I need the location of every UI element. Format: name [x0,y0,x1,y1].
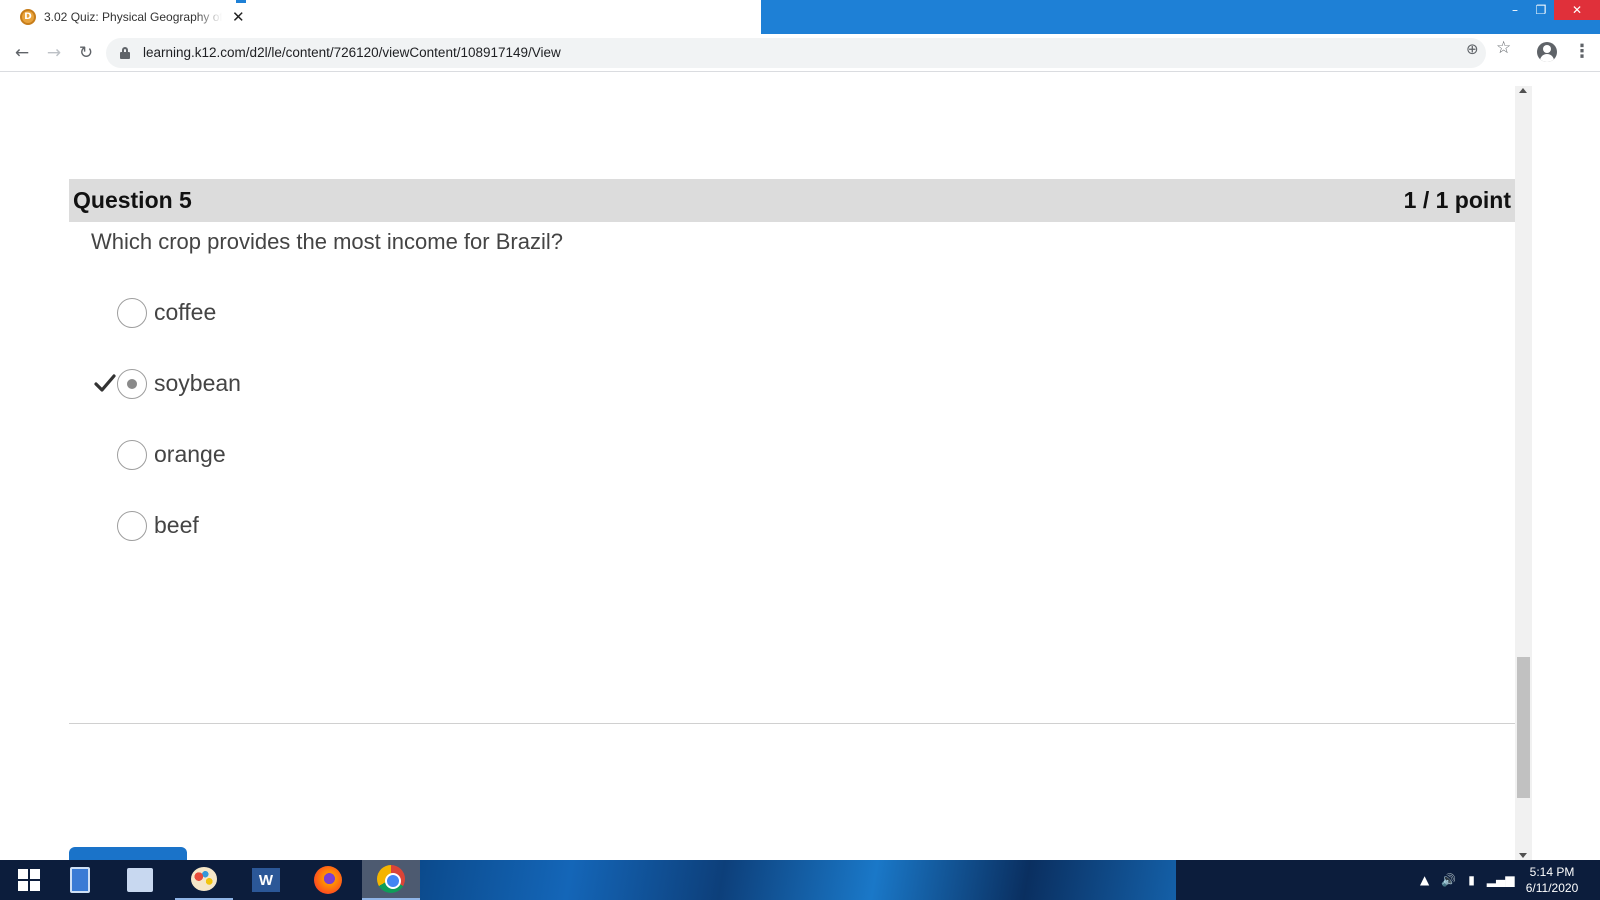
battery-icon[interactable]: ▮ [1468,873,1475,887]
url-text[interactable]: learning.k12.com/d2l/le/content/726120/v… [143,45,561,60]
lock-icon[interactable] [120,47,130,59]
radio-button[interactable] [117,440,147,470]
question-text: Which crop provides the most income for … [91,229,563,254]
radio-button-selected[interactable] [117,369,147,399]
close-window-button[interactable]: ✕ [1554,0,1600,20]
question-title: Question 5 [73,187,192,213]
taskbar-wallpaper [420,860,1176,900]
d2l-favicon-icon: D [20,9,36,25]
browser-menu-icon[interactable]: ⋮ [1573,41,1591,62]
option-label: orange [154,441,226,467]
radio-button[interactable] [117,511,147,541]
word-icon: W [252,868,280,892]
question-header: Question 5 1 / 1 point [69,179,1515,222]
scroll-thumb[interactable] [1517,657,1530,798]
tab-title: 3.02 Quiz: Physical Geography of [44,10,222,24]
tab-accent [236,0,246,3]
snipping-tool-icon [127,868,153,892]
window-controls: – ❐ ✕ [1502,0,1600,20]
scroll-down-arrow-icon[interactable] [1519,853,1527,858]
calculator-icon [70,867,90,893]
zoom-icon[interactable]: ⊕ [1466,40,1479,58]
browser-tab[interactable]: D 3.02 Quiz: Physical Geography of ✕ [0,0,761,34]
address-bar[interactable]: learning.k12.com/d2l/le/content/726120/v… [106,38,1486,68]
network-signal-icon[interactable]: ▂▄▆ [1487,873,1515,887]
minimize-button[interactable]: – [1502,0,1528,20]
taskbar-word[interactable]: W [237,860,295,900]
windows-taskbar: W ▲ 🔊 ▮ ▂▄▆ 5:14 PM 6/11/2020 [0,860,1600,900]
paint-icon [191,867,217,891]
taskbar-firefox[interactable] [299,860,357,900]
chrome-icon [377,865,405,893]
taskbar-paint[interactable] [175,860,233,900]
taskbar-chrome[interactable] [362,860,420,900]
option-label: soybean [154,370,241,396]
bookmark-star-icon[interactable]: ☆ [1496,38,1511,58]
reload-button[interactable]: ↻ [75,42,97,64]
taskbar-calculator[interactable] [51,860,109,900]
browser-tab-strip: D 3.02 Quiz: Physical Geography of ✕ – ❐… [0,0,1600,34]
start-button[interactable] [0,860,58,900]
windows-logo-icon [18,869,40,891]
taskbar-clock[interactable]: 5:14 PM 6/11/2020 [1512,864,1592,896]
radio-button[interactable] [117,298,147,328]
option-label: beef [154,512,199,538]
back-button[interactable]: ← [11,42,33,64]
maximize-button[interactable]: ❐ [1528,0,1554,20]
next-page-button[interactable] [69,847,187,860]
forward-button[interactable]: → [43,42,65,64]
clock-date: 6/11/2020 [1525,881,1579,895]
system-tray: ▲ 🔊 ▮ ▂▄▆ [1420,860,1526,900]
profile-avatar-icon[interactable] [1537,42,1557,62]
page-scrollbar[interactable] [1515,86,1532,860]
browser-toolbar: ← → ↻ learning.k12.com/d2l/le/content/72… [0,34,1600,72]
question-points: 1 / 1 point [1403,187,1511,213]
show-hidden-icons-icon[interactable]: ▲ [1420,873,1429,887]
question-separator [69,723,1515,724]
taskbar-snipping-tool[interactable] [111,860,169,900]
correct-checkmark-icon [94,374,116,392]
tab-close-icon[interactable]: ✕ [232,8,245,26]
scroll-up-arrow-icon[interactable] [1519,88,1527,93]
option-label: coffee [154,299,217,325]
firefox-icon [314,866,342,894]
page-content: Question 5 1 / 1 point Which crop provid… [0,73,1530,860]
clock-time: 5:14 PM [1529,865,1575,879]
volume-icon[interactable]: 🔊 [1441,873,1456,887]
